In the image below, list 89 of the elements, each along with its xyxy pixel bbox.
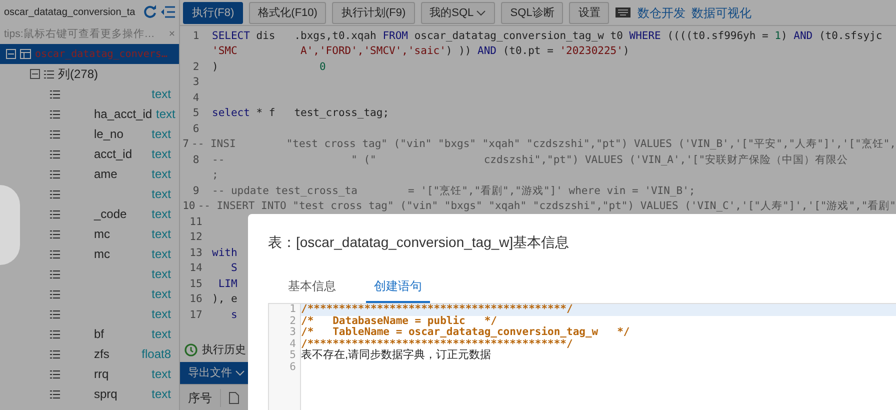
list-icon [50, 130, 60, 138]
line-number: 1 [288, 304, 296, 316]
column-item[interactable]: rrq text [0, 364, 179, 384]
modal-title: 表：[oscar_datatag_conversion_tag_w]基本信息 [268, 233, 570, 252]
code-line: S [230, 261, 238, 276]
toolbar-button[interactable]: 执行计划(F9) [332, 2, 415, 24]
list-icon [50, 170, 60, 178]
toolbar-button[interactable]: 格式化(F10) [249, 2, 326, 24]
line-number: 10 [182, 199, 196, 214]
code-line: select * f test_cross_tag; [212, 106, 390, 122]
column-item[interactable]: ha_acct_id text [0, 104, 179, 124]
toolbar-link[interactable]: 数仓开发 [637, 4, 686, 22]
list-icon [50, 310, 60, 318]
code-line: SELECT dis .bxgs,t0.xqah FROM oscar_datatag_conversion_tag_w t0 WHERE ((((t0.sf996yh = 1) AND (t0.sfsyjc [212, 28, 882, 44]
line-number: 3 [288, 327, 296, 338]
code-line: -- INSI "test cross tag" ("vin" "bxgs" "xqah" "czdszshi","pt") VALUES ('VIN_B','["平安","人寿"]','["烹饪", [192, 137, 896, 152]
column-item[interactable]: acct_id text [0, 144, 179, 164]
line-number: 4 [288, 338, 296, 350]
list-icon [50, 230, 60, 238]
line-number: 3 [192, 75, 200, 90]
line-number: 7 [182, 137, 190, 152]
column-item[interactable]: zfs float8 [0, 344, 179, 364]
toolbar-link[interactable]: 数据可视化 [691, 4, 752, 22]
caret-icon [235, 370, 246, 376]
code-line: with [212, 246, 238, 261]
code-line: /* TableName = oscar_datatag_conversion_tag_w */ [301, 327, 631, 338]
list-icon [44, 70, 54, 78]
toolbar-button[interactable]: 设置 [569, 2, 610, 24]
column-item[interactable]: bf text [0, 324, 179, 344]
line-number: 13 [188, 246, 204, 261]
collapse-toggle-icon[interactable] [30, 69, 40, 79]
code-line: ), e [212, 292, 238, 308]
code-line: 'SMC A','FORD','SMCV','saic') )) AND (t0.pt = '20230225') [212, 44, 630, 60]
line-number: 17 [188, 308, 204, 323]
code-line: /* DatabaseName = public */ [301, 316, 498, 326]
list-icon [50, 390, 60, 398]
line-number: 6 [288, 362, 296, 373]
line-number: 1 [192, 28, 200, 44]
code-line: ) 0 [212, 60, 326, 75]
code-line: ; [212, 168, 218, 184]
line-number: 5 [192, 106, 200, 122]
list-icon [50, 90, 60, 98]
line-number: 5 [288, 350, 296, 362]
line-number: 9 [192, 184, 200, 199]
code-line: -- INSERT INTO "test cross tag" ("vin" "bxgs" "xqah" "czdszshi","pt") VALUES ('VIN_C','["人寿"]','["游戏","看剧" [198, 199, 896, 214]
toolbar-button[interactable]: 我的SQL [420, 2, 496, 24]
list-icon [50, 190, 60, 198]
code-line: -- update test_cross_ta = '["烹饪","看剧","游戏"]' where vin = 'VIN_B'; [212, 184, 696, 199]
file-icon [229, 392, 239, 404]
history-icon [184, 343, 198, 357]
column-item[interactable]: sprq text [0, 384, 179, 404]
line-number: 6 [192, 122, 200, 137]
code-line: s [230, 308, 238, 323]
list-icon [50, 290, 60, 298]
line-number: 11 [188, 214, 204, 230]
line-number: 12 [188, 230, 204, 246]
line-number: 4 [192, 90, 200, 106]
code-line: /*****************************************/ [301, 338, 574, 350]
history-tab[interactable]: 执行历史 [202, 342, 246, 358]
code-line: LIM [217, 276, 238, 292]
list-icon [50, 110, 60, 118]
list-icon [50, 150, 60, 158]
list-icon [50, 250, 60, 258]
refresh-icon[interactable] [143, 5, 157, 19]
code-line: 表不存在,请同步数据字典，订正元数据 [301, 350, 492, 362]
column-item[interactable]: le_no text [0, 124, 179, 144]
line-number: 2 [288, 316, 296, 327]
tab[interactable]: 基本信息 [280, 275, 344, 303]
toolbar-button[interactable]: SQL诊断 [501, 2, 564, 24]
column-item[interactable]: ame text [0, 164, 179, 184]
list-icon [50, 350, 60, 358]
list-icon [50, 330, 60, 338]
line-number: 15 [188, 276, 204, 292]
line-number: 2 [192, 60, 200, 75]
table-icon [20, 49, 31, 59]
collapse-icon[interactable] [161, 6, 175, 18]
list-icon [50, 270, 60, 278]
line-number: 8 [192, 152, 200, 168]
tree-label: 列(278) [58, 66, 98, 83]
code-line: -- " (" czdszshi","pt") VALUES ('VIN_A','["安联财产保险（中国）有限公 [212, 152, 848, 168]
line-number: 16 [188, 292, 204, 308]
list-icon [50, 210, 60, 218]
search-field[interactable]: oscar_datatag_conversion_ta [4, 4, 139, 20]
keyboard-icon[interactable] [615, 7, 632, 18]
run-button[interactable]: 执行(F8) [183, 2, 244, 24]
list-icon [50, 370, 60, 378]
line-number: 14 [188, 261, 204, 276]
tips-text: tips:鼠标右键可查看更多操作… [4, 27, 155, 41]
column-header: 序号 [180, 388, 221, 406]
